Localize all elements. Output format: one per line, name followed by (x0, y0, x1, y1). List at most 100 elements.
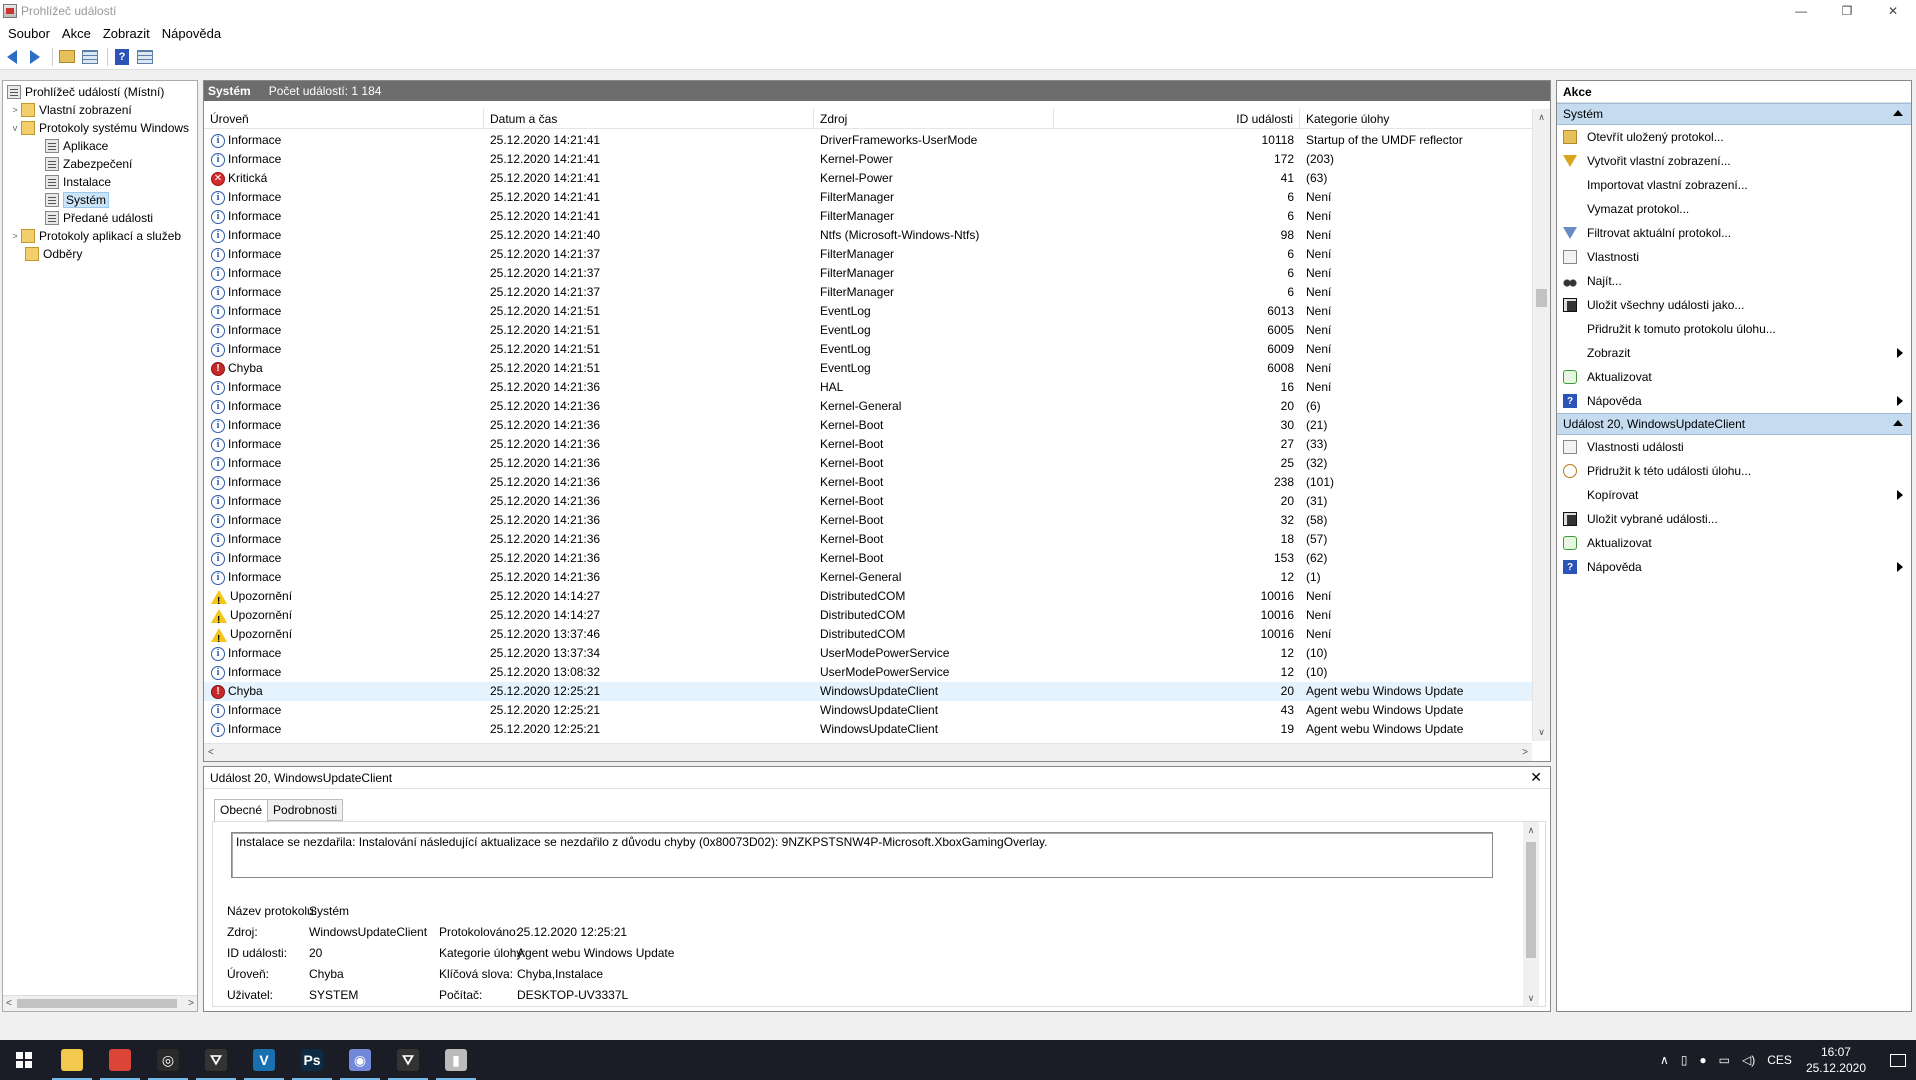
action-item[interactable]: Otevřít uložený protokol... (1557, 125, 1911, 149)
table-row[interactable]: Upozornění 25.12.2020 14:14:27 Distributed… (204, 606, 1532, 625)
tree-node-subscriptions[interactable]: Odběry (3, 245, 197, 263)
network-icon[interactable]: ▭ (1719, 1053, 1730, 1067)
tree-node-app-service-logs[interactable]: > Protokoly aplikací a služeb (3, 227, 197, 245)
tree-node-setup[interactable]: Instalace (3, 173, 197, 191)
menu-action[interactable]: Akce (56, 26, 97, 41)
action-item[interactable]: Přidružit k této události úlohu... (1557, 459, 1911, 483)
expand-chevron-icon[interactable]: > (9, 105, 21, 115)
action-item[interactable]: Zobrazit (1557, 341, 1911, 365)
tab-general[interactable]: Obecné (214, 799, 269, 823)
scrollbar-thumb[interactable] (17, 999, 177, 1008)
table-row[interactable]: i Informace 25.12.2020 14:21:36 Kernel-Boot… (204, 511, 1532, 530)
scrollbar-thumb[interactable] (1536, 289, 1547, 307)
column-header-event-id[interactable]: ID události (1054, 109, 1300, 129)
scroll-right-icon[interactable]: > (188, 998, 194, 1009)
back-button[interactable] (2, 47, 22, 67)
table-row[interactable]: i Informace 25.12.2020 13:08:32 UserModePow… (204, 663, 1532, 682)
tree-node-forwarded-events[interactable]: Předané události (3, 209, 197, 227)
table-row[interactable]: i Informace 25.12.2020 14:21:51 EventLog 600… (204, 321, 1532, 340)
action-item[interactable]: ? Nápověda (1557, 555, 1911, 579)
tree-horizontal-scrollbar[interactable]: < > (3, 995, 197, 1011)
tree-node-windows-logs[interactable]: v Protokoly systému Windows (3, 119, 197, 137)
action-item[interactable]: Vlastnosti události (1557, 435, 1911, 459)
menu-file[interactable]: Soubor (2, 26, 56, 41)
table-row[interactable]: i Informace 25.12.2020 14:21:36 Kernel-Gene… (204, 568, 1532, 587)
tree-node-root[interactable]: Prohlížeč událostí (Místní) (3, 83, 197, 101)
taskbar-app-photoshop[interactable]: Ps (288, 1040, 336, 1080)
table-row[interactable]: i Informace 25.12.2020 14:21:41 Kernel-Powe… (204, 150, 1532, 169)
action-item[interactable]: Aktualizovat (1557, 365, 1911, 389)
taskbar-app-vivaldi[interactable]: V (240, 1040, 288, 1080)
action-item[interactable]: Vytvořit vlastní zobrazení... (1557, 149, 1911, 173)
taskbar-app-game-2[interactable]: ⛛ (384, 1040, 432, 1080)
list-vertical-scrollbar[interactable]: ∧ ∨ (1532, 109, 1550, 741)
table-row[interactable]: i Informace 25.12.2020 13:37:34 UserModePow… (204, 644, 1532, 663)
taskbar-app-file-explorer[interactable] (48, 1040, 96, 1080)
tree-node-security[interactable]: Zabezpečení (3, 155, 197, 173)
menu-view[interactable]: Zobrazit (97, 26, 156, 41)
help-button[interactable]: ? (112, 47, 132, 67)
column-header-task-category[interactable]: Kategorie úlohy (1300, 109, 1532, 129)
restore-button[interactable]: ❐ (1824, 0, 1870, 22)
table-row[interactable]: i Informace 25.12.2020 14:21:36 Kernel-Boot… (204, 549, 1532, 568)
action-item[interactable]: Kopírovat (1557, 483, 1911, 507)
table-row[interactable]: i Informace 25.12.2020 14:21:36 Kernel-Boot… (204, 492, 1532, 511)
table-row[interactable]: i Informace 25.12.2020 12:25:21 WindowsUpda… (204, 720, 1532, 739)
table-row[interactable]: i Informace 25.12.2020 14:21:40 Ntfs (Micro… (204, 226, 1532, 245)
table-row[interactable]: ✕ Kritická 25.12.2020 14:21:41 Kernel-Power… (204, 169, 1532, 188)
table-row[interactable]: i Informace 25.12.2020 14:21:36 Kernel-Boot… (204, 454, 1532, 473)
table-row[interactable]: Upozornění 25.12.2020 13:37:46 Distributed… (204, 625, 1532, 644)
table-row[interactable]: i Informace 25.12.2020 14:21:37 FilterManag… (204, 264, 1532, 283)
table-row[interactable]: ! Chyba 25.12.2020 12:25:21 WindowsUpdateCl… (204, 682, 1532, 701)
table-row[interactable]: i Informace 25.12.2020 14:21:36 Kernel-Boot… (204, 530, 1532, 549)
action-item[interactable]: Přidružit k tomuto protokolu úlohu... (1557, 317, 1911, 341)
tab-details[interactable]: Podrobnosti (267, 799, 344, 821)
taskbar-app-event-viewer[interactable]: ▮ (432, 1040, 480, 1080)
action-item[interactable]: Vymazat protokol... (1557, 197, 1911, 221)
column-header-date[interactable]: Datum a čas (484, 109, 814, 129)
detail-vertical-scrollbar[interactable]: ∧ ∨ (1523, 822, 1539, 1006)
up-folder-button[interactable] (57, 47, 77, 67)
scrollbar-thumb[interactable] (1526, 842, 1536, 958)
table-row[interactable]: ! Chyba 25.12.2020 14:21:51 EventLog 6008 Nen… (204, 359, 1532, 378)
action-item[interactable]: Aktualizovat (1557, 531, 1911, 555)
close-detail-icon[interactable]: ✕ (1530, 769, 1542, 786)
table-row[interactable]: i Informace 25.12.2020 14:21:36 HAL 16 Není (204, 378, 1532, 397)
scroll-left-icon[interactable]: < (6, 998, 12, 1009)
action-item[interactable]: Najít... (1557, 269, 1911, 293)
scroll-up-icon[interactable]: ∧ (1533, 109, 1550, 126)
device-icon[interactable]: ▯ (1681, 1053, 1688, 1067)
tree-node-system[interactable]: Systém (3, 191, 197, 209)
action-item[interactable]: ? Nápověda (1557, 389, 1911, 413)
forward-button[interactable] (25, 47, 45, 67)
taskbar-app-discord[interactable]: ◉ (336, 1040, 384, 1080)
actions-section-event[interactable]: Událost 20, WindowsUpdateClient (1557, 413, 1911, 435)
table-row[interactable]: i Informace 25.12.2020 14:21:36 Kernel-Boot… (204, 473, 1532, 492)
table-row[interactable]: i Informace 25.12.2020 14:21:41 FilterManag… (204, 188, 1532, 207)
scroll-up-icon[interactable]: ∧ (1523, 822, 1539, 838)
taskbar-app-chrome[interactable] (96, 1040, 144, 1080)
show-action-pane-button[interactable] (135, 47, 155, 67)
action-item[interactable]: Filtrovat aktuální protokol... (1557, 221, 1911, 245)
show-hide-tree-button[interactable] (80, 47, 100, 67)
clock[interactable]: 16:07 25.12.2020 (1806, 1044, 1866, 1076)
taskbar-app-steam[interactable]: ◎ (144, 1040, 192, 1080)
menu-help[interactable]: Nápověda (156, 26, 227, 41)
action-item[interactable]: Uložit všechny události jako... (1557, 293, 1911, 317)
tree-node-application[interactable]: Aplikace (3, 137, 197, 155)
table-row[interactable]: i Informace 25.12.2020 14:21:41 FilterManag… (204, 207, 1532, 226)
tree-node-custom-views[interactable]: > Vlastní zobrazení (3, 101, 197, 119)
table-row[interactable]: i Informace 25.12.2020 14:21:41 DriverFrame… (204, 131, 1532, 150)
collapse-caret-icon[interactable] (1893, 110, 1903, 116)
microphone-icon[interactable]: ● (1699, 1053, 1706, 1067)
table-row[interactable]: i Informace 25.12.2020 14:21:51 EventLog 600… (204, 340, 1532, 359)
table-row[interactable]: i Informace 25.12.2020 14:21:37 FilterManag… (204, 245, 1532, 264)
event-description[interactable]: Instalace se nezdařila: Instalování násl… (231, 832, 1493, 878)
table-row[interactable]: i Informace 25.12.2020 14:21:36 Kernel-Boot… (204, 416, 1532, 435)
scroll-right-icon[interactable]: > (1522, 747, 1528, 758)
action-item[interactable]: Importovat vlastní zobrazení... (1557, 173, 1911, 197)
start-button[interactable] (0, 1040, 48, 1080)
table-row[interactable]: i Informace 25.12.2020 14:21:36 Kernel-Gene… (204, 397, 1532, 416)
list-horizontal-scrollbar[interactable]: < > (204, 743, 1532, 761)
scroll-down-icon[interactable]: ∨ (1533, 724, 1550, 741)
